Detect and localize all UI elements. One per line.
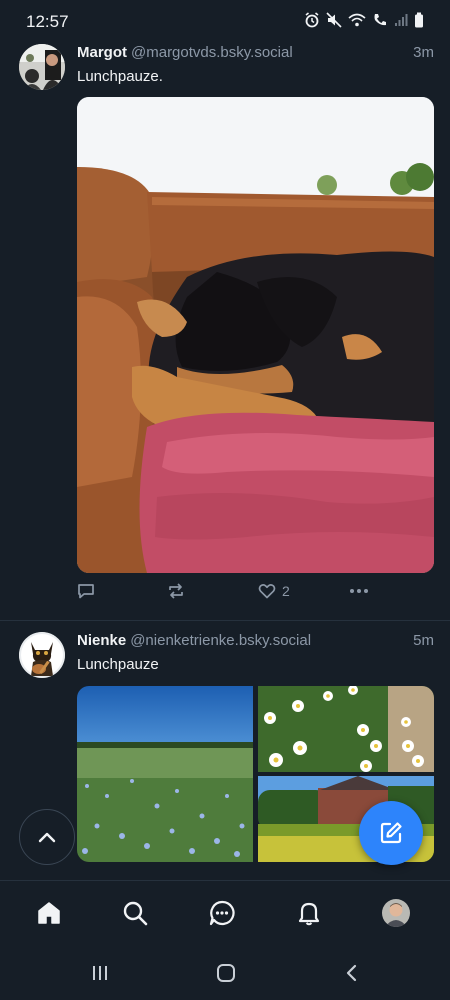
bottom-nav [0, 880, 450, 947]
nav-search[interactable] [117, 895, 153, 931]
bell-icon [298, 902, 320, 926]
reply-icon [78, 584, 94, 599]
chevron-up-icon [38, 832, 56, 843]
post-actions: 2 [77, 582, 407, 606]
status-bar: 12:57 [0, 0, 450, 42]
call-icon [374, 14, 386, 26]
author-name[interactable]: Nienke [77, 632, 126, 649]
repost-button[interactable] [167, 582, 185, 600]
post-card[interactable]: Margot @margotvds.bsky.social 3m Lunchpau… [0, 42, 450, 621]
like-count: 2 [282, 583, 290, 599]
home-system-button[interactable] [211, 960, 241, 986]
chat-icon [209, 900, 235, 926]
post-header: Nienke @nienketrienke.bsky.social 5m [77, 632, 434, 654]
alarm-icon [305, 12, 319, 28]
author-avatar[interactable] [19, 632, 65, 678]
status-time: 12:57 [26, 12, 69, 31]
nav-profile[interactable] [378, 895, 414, 931]
home-icon [38, 902, 60, 924]
signal-icon [395, 14, 408, 26]
system-nav-bar [0, 946, 450, 1000]
author-handle[interactable]: @nienketrienke.bsky.social [130, 632, 311, 649]
compose-post-button[interactable] [359, 801, 423, 865]
post-text: Lunchpauze [77, 656, 159, 673]
author-handle[interactable]: @margotvds.bsky.social [131, 44, 293, 61]
scroll-to-top-button[interactable] [19, 809, 75, 865]
post-text: Lunchpauze. [77, 68, 163, 85]
back-chevron-icon [346, 964, 357, 982]
post-time[interactable]: 3m [413, 44, 434, 61]
battery-icon [415, 12, 423, 28]
like-button[interactable]: 2 [258, 582, 290, 600]
mute-icon [326, 12, 342, 28]
recents-icon [93, 966, 107, 980]
author-name[interactable]: Margot [77, 44, 127, 61]
post-header: Margot @margotvds.bsky.social 3m [77, 44, 434, 66]
back-button[interactable] [337, 960, 367, 986]
post-image[interactable] [258, 686, 434, 772]
nav-notifications[interactable] [291, 895, 327, 931]
status-icons [304, 12, 424, 28]
wifi-call-icon [348, 13, 366, 27]
reply-button[interactable] [77, 582, 95, 600]
home-square-icon [217, 964, 235, 982]
post-time[interactable]: 5m [413, 632, 434, 649]
nav-chat[interactable] [204, 895, 240, 931]
more-icon [350, 589, 368, 593]
author-avatar[interactable] [19, 44, 65, 90]
profile-avatar [382, 899, 410, 927]
more-options-button[interactable] [349, 582, 369, 600]
post-image[interactable] [77, 97, 434, 573]
search-icon [123, 901, 148, 926]
repost-icon [169, 583, 183, 599]
recent-apps-button[interactable] [85, 960, 115, 986]
nav-home[interactable] [31, 895, 67, 931]
heart-icon [258, 584, 276, 599]
compose-icon [380, 822, 402, 844]
post-image[interactable] [77, 686, 253, 862]
